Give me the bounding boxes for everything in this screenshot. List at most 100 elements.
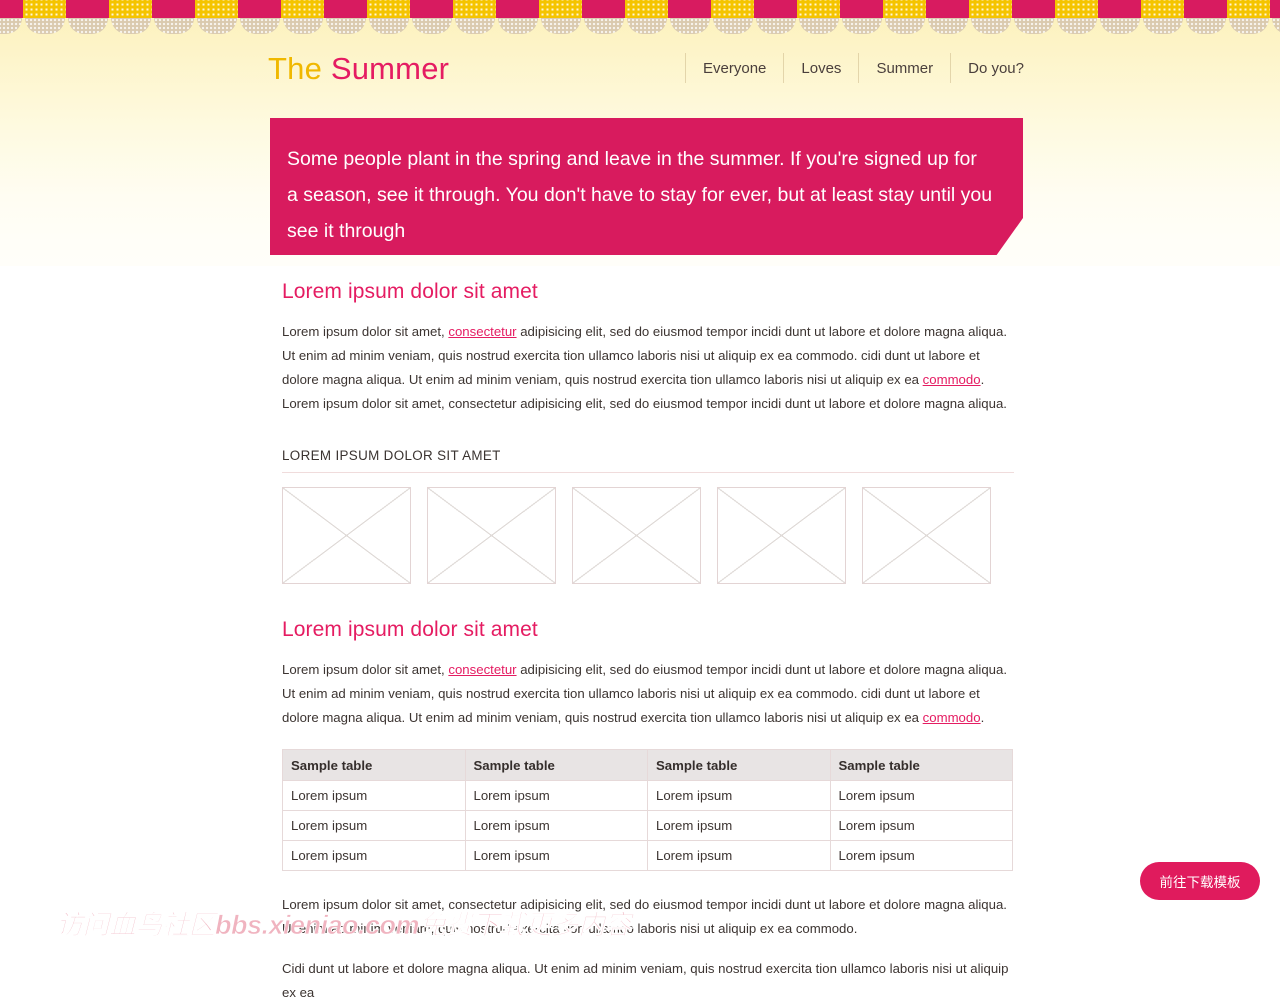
download-template-button[interactable]: 前往下载模板 — [1140, 862, 1260, 900]
site-logo[interactable]: The Summer — [268, 53, 449, 84]
bunting-shadow — [799, 18, 839, 34]
thumbnail-placeholder-2[interactable] — [572, 487, 701, 584]
bunting-block-pink — [1012, 0, 1055, 18]
hero-banner: The Summer Everyone Loves Summer Do you? So… — [0, 0, 1280, 266]
bunting-block-dotted — [797, 0, 840, 18]
logo-word-the: The — [268, 50, 331, 86]
bunting-shadow — [455, 18, 495, 34]
bunting-decoration — [0, 0, 1280, 34]
bunting-unit — [840, 0, 926, 34]
link-commodo[interactable]: commodo — [923, 710, 981, 725]
bunting-block-dotted — [281, 0, 324, 18]
thumbnail-placeholder-0[interactable] — [282, 487, 411, 584]
bunting-shadow — [1272, 18, 1280, 34]
bunting-block-dotted — [453, 0, 496, 18]
bunting-shadow — [25, 18, 65, 34]
nav-item-3[interactable]: Do you? — [951, 53, 1024, 83]
bunting-block-dotted — [1141, 0, 1184, 18]
bunting-block-dotted — [1055, 0, 1098, 18]
paragraph-second: Lorem ipsum dolor sit amet, consectetur … — [282, 658, 1014, 730]
bunting-block-dotted — [195, 0, 238, 18]
link-consectetur[interactable]: consectetur — [448, 324, 516, 339]
thumbnail-gallery — [282, 487, 1014, 584]
bunting-shadow — [111, 18, 151, 34]
bunting-shadow — [326, 18, 366, 34]
table-row: Lorem ipsum Lorem ipsum Lorem ipsum Lorem i… — [282, 780, 1013, 811]
bunting-unit — [324, 0, 410, 34]
table-column-header: Sample table — [647, 749, 831, 781]
content-column: Lorem ipsum dolor sit amet Lorem ipsum d… — [282, 280, 1014, 1005]
table-cell: Lorem ipsum — [829, 840, 1013, 871]
nav-item-2[interactable]: Summer — [859, 53, 952, 83]
quote-text: Some people plant in the spring and leav… — [287, 148, 993, 242]
bunting-block-pink — [582, 0, 625, 18]
gallery-heading: LOREM IPSUM DOLOR SIT AMET — [282, 448, 1014, 473]
paragraph-closing-2: Cidi dunt ut labore et dolore magna aliq… — [282, 961, 1009, 1000]
bunting-shadow — [1014, 18, 1054, 34]
table-cell: Lorem ipsum — [647, 780, 831, 811]
bunting-block-pink — [0, 0, 23, 18]
bunting-shadow — [68, 18, 108, 34]
masthead: The Summer Everyone Loves Summer Do you? — [268, 44, 1024, 92]
section-title-first: Lorem ipsum dolor sit amet — [282, 280, 538, 303]
nav-item-1[interactable]: Loves — [784, 53, 860, 83]
table-cell: Lorem ipsum — [282, 810, 466, 841]
bunting-unit — [0, 0, 66, 34]
thumbnail-placeholder-4[interactable] — [862, 487, 991, 584]
bunting-unit — [410, 0, 496, 34]
section-title-second: Lorem ipsum dolor sit amet — [282, 618, 538, 641]
bunting-block-pink — [1098, 0, 1141, 18]
bunting-unit — [1184, 0, 1270, 34]
bunting-block-dotted — [1227, 0, 1270, 18]
thumbnail-placeholder-1[interactable] — [427, 487, 556, 584]
bunting-shadow — [756, 18, 796, 34]
bunting-shadow — [971, 18, 1011, 34]
table-column-header: Sample table — [464, 749, 648, 781]
bunting-unit — [668, 0, 754, 34]
table-cell: Lorem ipsum — [282, 780, 466, 811]
nav-item-0[interactable]: Everyone — [685, 53, 785, 83]
bunting-block-pink — [1184, 0, 1227, 18]
bunting-block-dotted — [23, 0, 66, 18]
table-cell: Lorem ipsum — [464, 780, 648, 811]
main-navigation: Everyone Loves Summer Do you? — [685, 53, 1024, 83]
table-row: Lorem ipsum Lorem ipsum Lorem ipsum Lorem i… — [282, 840, 1013, 871]
link-consectetur[interactable]: consectetur — [448, 662, 516, 677]
bunting-shadow — [713, 18, 753, 34]
bunting-block-pink — [668, 0, 711, 18]
text-run: . — [980, 710, 985, 725]
bunting-shadow — [412, 18, 452, 34]
table-cell: Lorem ipsum — [829, 810, 1013, 841]
bunting-shadow — [240, 18, 280, 34]
bunting-block-dotted — [969, 0, 1012, 18]
logo-word-summer: Summer — [330, 50, 450, 86]
bunting-block-dotted — [539, 0, 582, 18]
bunting-shadow — [670, 18, 710, 34]
sample-table: Sample table Sample table Sample table Samp… — [282, 749, 1013, 871]
table-head: Sample table Sample table Sample table Samp… — [282, 749, 1013, 781]
text-run: Lorem ipsum dolor sit amet, — [282, 662, 449, 677]
bunting-shadow — [1100, 18, 1140, 34]
bunting-block-pink — [1270, 0, 1280, 18]
bunting-block-dotted — [883, 0, 926, 18]
table-cell: Lorem ipsum — [647, 810, 831, 841]
thumbnail-placeholder-3[interactable] — [717, 487, 846, 584]
bunting-shadow — [0, 18, 22, 34]
bunting-block-dotted — [367, 0, 410, 18]
bunting-unit — [496, 0, 582, 34]
bunting-unit — [1012, 0, 1098, 34]
bunting-block-pink — [238, 0, 281, 18]
bunting-shadow — [584, 18, 624, 34]
bunting-block-pink — [754, 0, 797, 18]
bunting-shadow — [627, 18, 667, 34]
paragraph-closing-1: Lorem ipsum dolor sit amet, consectetur … — [282, 897, 1007, 936]
bunting-shadow — [283, 18, 323, 34]
table-row: Lorem ipsum Lorem ipsum Lorem ipsum Lorem i… — [282, 810, 1013, 841]
link-commodo[interactable]: commodo — [923, 372, 981, 387]
bunting-shadow — [369, 18, 409, 34]
quote-callout: Some people plant in the spring and leav… — [270, 118, 1023, 255]
table-header-row: Sample table Sample table Sample table Samp… — [282, 749, 1013, 781]
bunting-shadow — [541, 18, 581, 34]
bunting-unit — [1270, 0, 1280, 34]
table-cell: Lorem ipsum — [829, 780, 1013, 811]
